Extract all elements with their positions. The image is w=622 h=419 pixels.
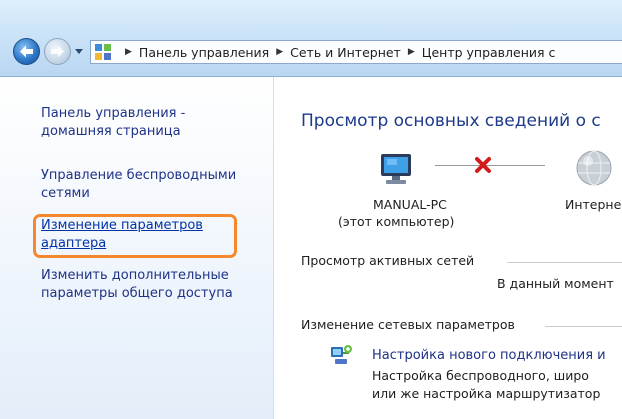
- breadcrumb-separator-icon: ▶: [276, 47, 284, 57]
- internet-label: Интерне: [565, 197, 622, 212]
- setup-new-connection-link[interactable]: Настройка нового подключения и: [372, 348, 606, 363]
- address-path[interactable]: ▶ Панель управления ▶ Сеть и Интернет ▶ …: [90, 40, 622, 64]
- active-networks-header: Просмотр активных сетей: [301, 253, 475, 268]
- setup-new-connection-description: Настройка беспроводного, широ или же нас…: [372, 367, 600, 403]
- disconnected-x-icon[interactable]: [474, 156, 492, 174]
- link-line: Панель управления -: [41, 106, 186, 121]
- back-arrow-icon: [20, 45, 33, 58]
- section-divider: [507, 262, 622, 263]
- back-button[interactable]: [13, 38, 40, 65]
- forward-arrow-icon: [51, 45, 64, 58]
- link-line: Управление беспроводными: [41, 168, 237, 183]
- computer-name: MANUAL-PC: [373, 197, 447, 212]
- link-line: домашняя страница: [41, 124, 181, 139]
- no-networks-message: В данный момент: [497, 276, 614, 291]
- forward-button[interactable]: [44, 38, 71, 65]
- description-line: или же настройка маршрутизатор: [372, 386, 601, 401]
- breadcrumb-separator-icon: ▶: [407, 47, 415, 57]
- link-control-panel-home[interactable]: Панель управления - домашняя страница: [41, 105, 185, 141]
- address-bar: ▶ Панель управления ▶ Сеть и Интернет ▶ …: [0, 0, 622, 77]
- breadcrumb-network-center[interactable]: Центр управления с: [422, 45, 556, 60]
- breadcrumb-network-internet[interactable]: Сеть и Интернет: [290, 45, 401, 60]
- link-advanced-sharing[interactable]: Изменить дополнительные параметры общего…: [41, 267, 233, 303]
- breadcrumb-control-panel[interactable]: Панель управления: [139, 45, 269, 60]
- left-navigation-pane: Панель управления - домашняя страница Уп…: [0, 77, 274, 419]
- link-line: сетями: [41, 186, 90, 201]
- chevron-down-icon: [75, 49, 83, 54]
- description-line: Настройка беспроводного, широ: [372, 368, 589, 383]
- new-connection-icon[interactable]: [329, 343, 353, 367]
- recent-pages-dropdown[interactable]: [73, 44, 85, 58]
- globe-icon[interactable]: [574, 148, 614, 188]
- link-line: параметры общего доступа: [41, 286, 233, 301]
- link-line: Изменить дополнительные: [41, 268, 229, 283]
- page-title: Просмотр основных сведений о с: [301, 111, 601, 131]
- change-settings-header: Изменение сетевых параметров: [301, 317, 515, 332]
- link-manage-wireless[interactable]: Управление беспроводными сетями: [41, 167, 236, 203]
- highlight-box: [33, 214, 237, 258]
- main-content: Просмотр основных сведений о с MANUAL-PC…: [274, 77, 622, 419]
- control-panel-icon: [95, 44, 111, 60]
- breadcrumb-separator-icon: ▶: [125, 47, 132, 57]
- computer-icon[interactable]: [377, 151, 417, 191]
- computer-subtitle: (этот компьютер): [338, 214, 455, 229]
- section-divider: [545, 326, 622, 327]
